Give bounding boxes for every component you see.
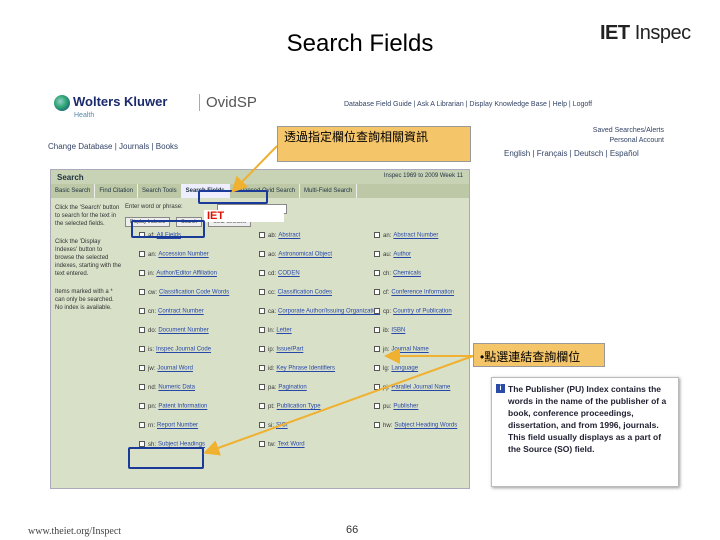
callout-click-link: •點選連結查詢欄位 xyxy=(473,343,605,367)
footer-url: www.theiet.org/Inspect xyxy=(28,526,122,537)
arrow-to-publisher xyxy=(203,355,474,456)
arrow-to-tab xyxy=(231,145,278,193)
callout-specify-fields: 透過指定欄位查詢相關資訊 xyxy=(277,126,471,162)
page-number: 66 xyxy=(346,524,359,536)
callout-arrows xyxy=(203,145,474,456)
